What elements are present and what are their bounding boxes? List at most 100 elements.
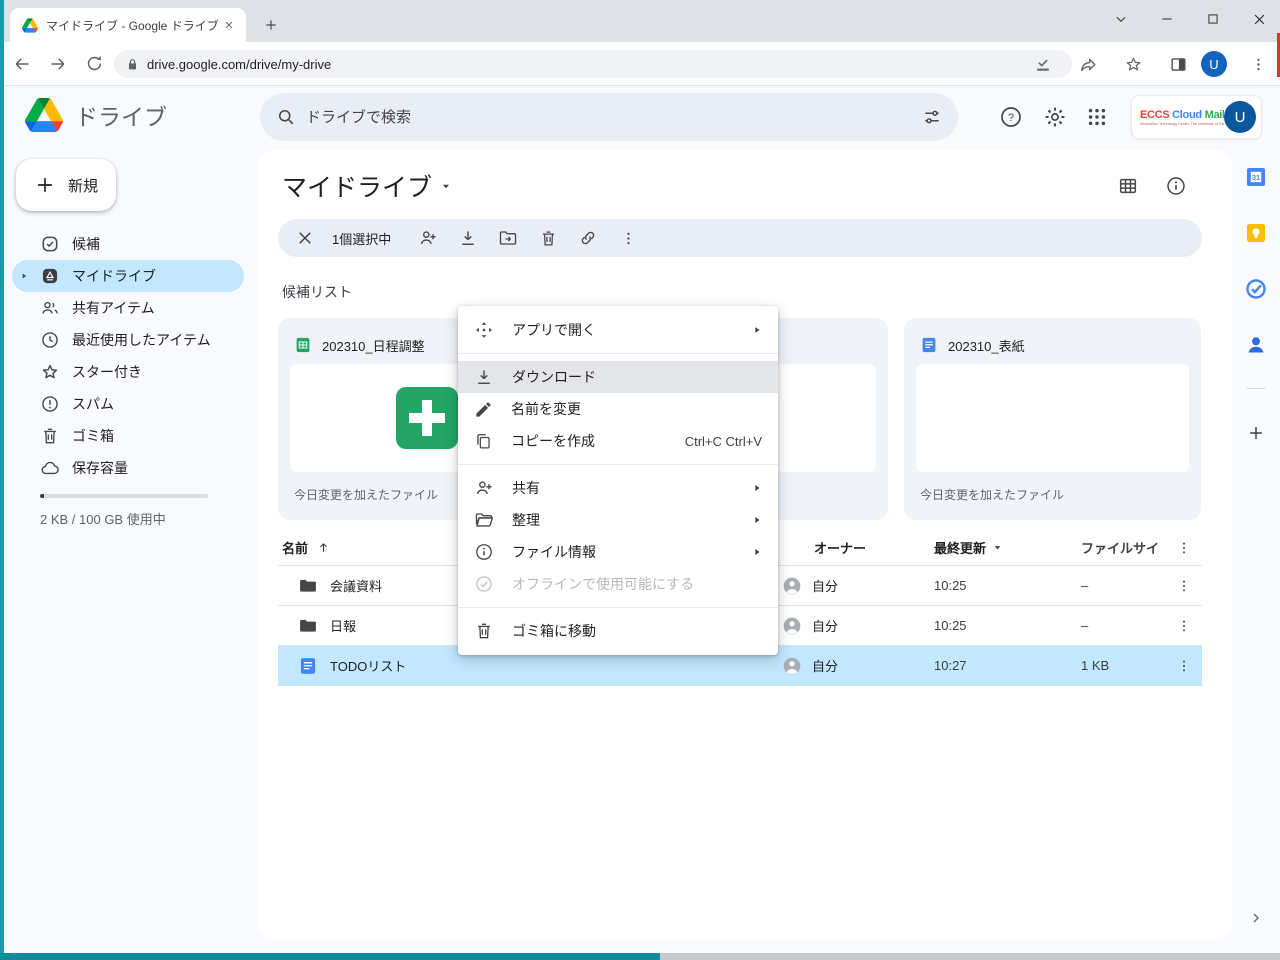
sidebar-item-recent[interactable]: 最近使用したアイテム [12, 324, 244, 356]
browser-profile-avatar[interactable]: U [1201, 51, 1227, 77]
window-minimize-button[interactable] [1152, 4, 1182, 34]
screen: マイドライブ - Google ドライブ [0, 0, 1280, 960]
file-thumbnail [916, 364, 1189, 472]
search-filter-icon[interactable] [922, 107, 942, 127]
sidebar-item-suggested[interactable]: 候補 [12, 228, 244, 260]
expand-arrow-icon[interactable] [16, 272, 32, 280]
people-icon [40, 298, 60, 318]
new-tab-button[interactable] [258, 12, 284, 38]
file-card-cover[interactable]: 202310_表紙 今日変更を加えたファイル [904, 318, 1201, 520]
selection-count: 1個選択中 [332, 229, 391, 248]
url-text: drive.google.com/drive/my-drive [147, 57, 331, 72]
keep-icon[interactable] [1243, 220, 1269, 246]
sort-descending-icon[interactable] [992, 542, 1003, 553]
browser-toolbar: drive.google.com/drive/my-drive U [0, 42, 1280, 86]
column-modified[interactable]: 最終更新 [934, 538, 986, 557]
modified-time: 10:25 [918, 578, 1065, 593]
bookmark-star-icon[interactable] [1119, 50, 1147, 78]
move-to-folder-icon[interactable] [491, 221, 525, 255]
share-person-add-icon[interactable] [411, 221, 445, 255]
suggestions-heading: 候補リスト [282, 282, 352, 302]
sidebar: 新規 候補 マイドライブ [4, 86, 256, 946]
add-addon-icon[interactable] [1243, 420, 1269, 446]
sidebar-item-shared[interactable]: 共有アイテム [12, 292, 244, 324]
details-info-icon[interactable] [1164, 174, 1188, 198]
menu-item-organize[interactable]: 整理 [458, 504, 778, 536]
row-more-icon[interactable] [1172, 614, 1196, 638]
suggested-check-icon [40, 234, 60, 254]
menu-item-rename[interactable]: 名前を変更 [458, 393, 778, 425]
file-size: 1 KB [1065, 658, 1172, 673]
star-icon [40, 362, 60, 382]
selection-more-icon[interactable] [611, 221, 645, 255]
title-dropdown-icon[interactable] [440, 180, 452, 192]
browser-menu-icon[interactable] [1244, 50, 1272, 78]
show-side-panel-icon[interactable] [1243, 905, 1269, 931]
new-button-label: 新規 [68, 175, 98, 196]
share-person-add-icon [474, 478, 494, 498]
svg-text:31: 31 [1252, 173, 1260, 182]
reload-button[interactable] [80, 50, 108, 78]
my-drive-icon [40, 266, 60, 286]
submenu-arrow-icon [752, 483, 762, 493]
context-menu: アプリで開く ダウンロード 名前を変更 コピーを作成 Ctrl+C Ctrl+V [458, 306, 778, 655]
menu-item-download[interactable]: ダウンロード [458, 361, 778, 393]
download-icon[interactable] [451, 221, 485, 255]
sidebar-item-starred[interactable]: スター付き [12, 356, 244, 388]
share-icon[interactable] [1074, 50, 1102, 78]
download-status-icon[interactable] [1029, 50, 1057, 78]
copy-icon [474, 432, 493, 451]
sidebar-item-my-drive[interactable]: マイドライブ [12, 260, 244, 292]
sidebar-item-storage[interactable]: 保存容量 [12, 452, 244, 484]
docs-file-icon [298, 656, 318, 676]
menu-item-open-with[interactable]: アプリで開く [458, 314, 778, 346]
help-icon[interactable]: ? [999, 105, 1023, 129]
apps-grid-icon[interactable] [1085, 105, 1109, 129]
column-name[interactable]: 名前 [282, 538, 308, 557]
owner-avatar-icon [782, 656, 802, 676]
owner-name: 自分 [812, 576, 838, 595]
search-bar[interactable] [260, 93, 958, 141]
browser-tab[interactable]: マイドライブ - Google ドライブ [10, 8, 246, 42]
calendar-icon[interactable]: 31 [1243, 164, 1269, 190]
spam-icon [40, 394, 60, 414]
page-title-row[interactable]: マイドライブ [282, 168, 452, 204]
trash-selection-icon[interactable] [531, 221, 565, 255]
window-close-button[interactable] [1244, 4, 1274, 34]
menu-item-file-info[interactable]: ファイル情報 [458, 536, 778, 568]
contacts-icon[interactable] [1243, 332, 1269, 358]
owner-name: 自分 [812, 656, 838, 675]
grid-view-icon[interactable] [1116, 174, 1140, 198]
menu-item-make-copy[interactable]: コピーを作成 Ctrl+C Ctrl+V [458, 425, 778, 457]
tab-close-icon[interactable] [220, 16, 238, 34]
back-button[interactable] [8, 50, 36, 78]
menu-item-move-to-trash[interactable]: ゴミ箱に移動 [458, 615, 778, 647]
row-more-icon[interactable] [1172, 574, 1196, 598]
folder-icon [298, 616, 318, 636]
side-panel-icon[interactable] [1164, 50, 1192, 78]
column-size[interactable]: ファイルサイ [1081, 541, 1159, 556]
search-icon[interactable] [276, 107, 296, 127]
sidebar-item-trash[interactable]: ゴミ箱 [12, 420, 244, 452]
row-more-icon[interactable] [1172, 654, 1196, 678]
clear-selection-icon[interactable] [288, 221, 322, 255]
menu-item-share[interactable]: 共有 [458, 472, 778, 504]
sort-ascending-icon[interactable] [316, 540, 331, 555]
modified-time: 10:27 [918, 658, 1065, 673]
tab-search-icon[interactable] [1106, 4, 1136, 34]
offline-check-icon [474, 574, 494, 594]
search-input[interactable] [306, 109, 912, 126]
get-link-icon[interactable] [571, 221, 605, 255]
new-button[interactable]: 新規 [16, 159, 116, 211]
column-owner[interactable]: オーナー [798, 538, 866, 557]
organize-folder-icon [474, 510, 494, 530]
window-maximize-button[interactable] [1198, 4, 1228, 34]
file-size: – [1065, 578, 1172, 593]
forward-button[interactable] [44, 50, 72, 78]
address-bar[interactable]: drive.google.com/drive/my-drive [114, 50, 1072, 78]
settings-gear-icon[interactable] [1043, 105, 1067, 129]
sidebar-item-spam[interactable]: スパム [12, 388, 244, 420]
tasks-icon[interactable] [1243, 276, 1269, 302]
header-more-icon[interactable] [1172, 536, 1196, 560]
video-frame-left-edge [0, 0, 4, 953]
